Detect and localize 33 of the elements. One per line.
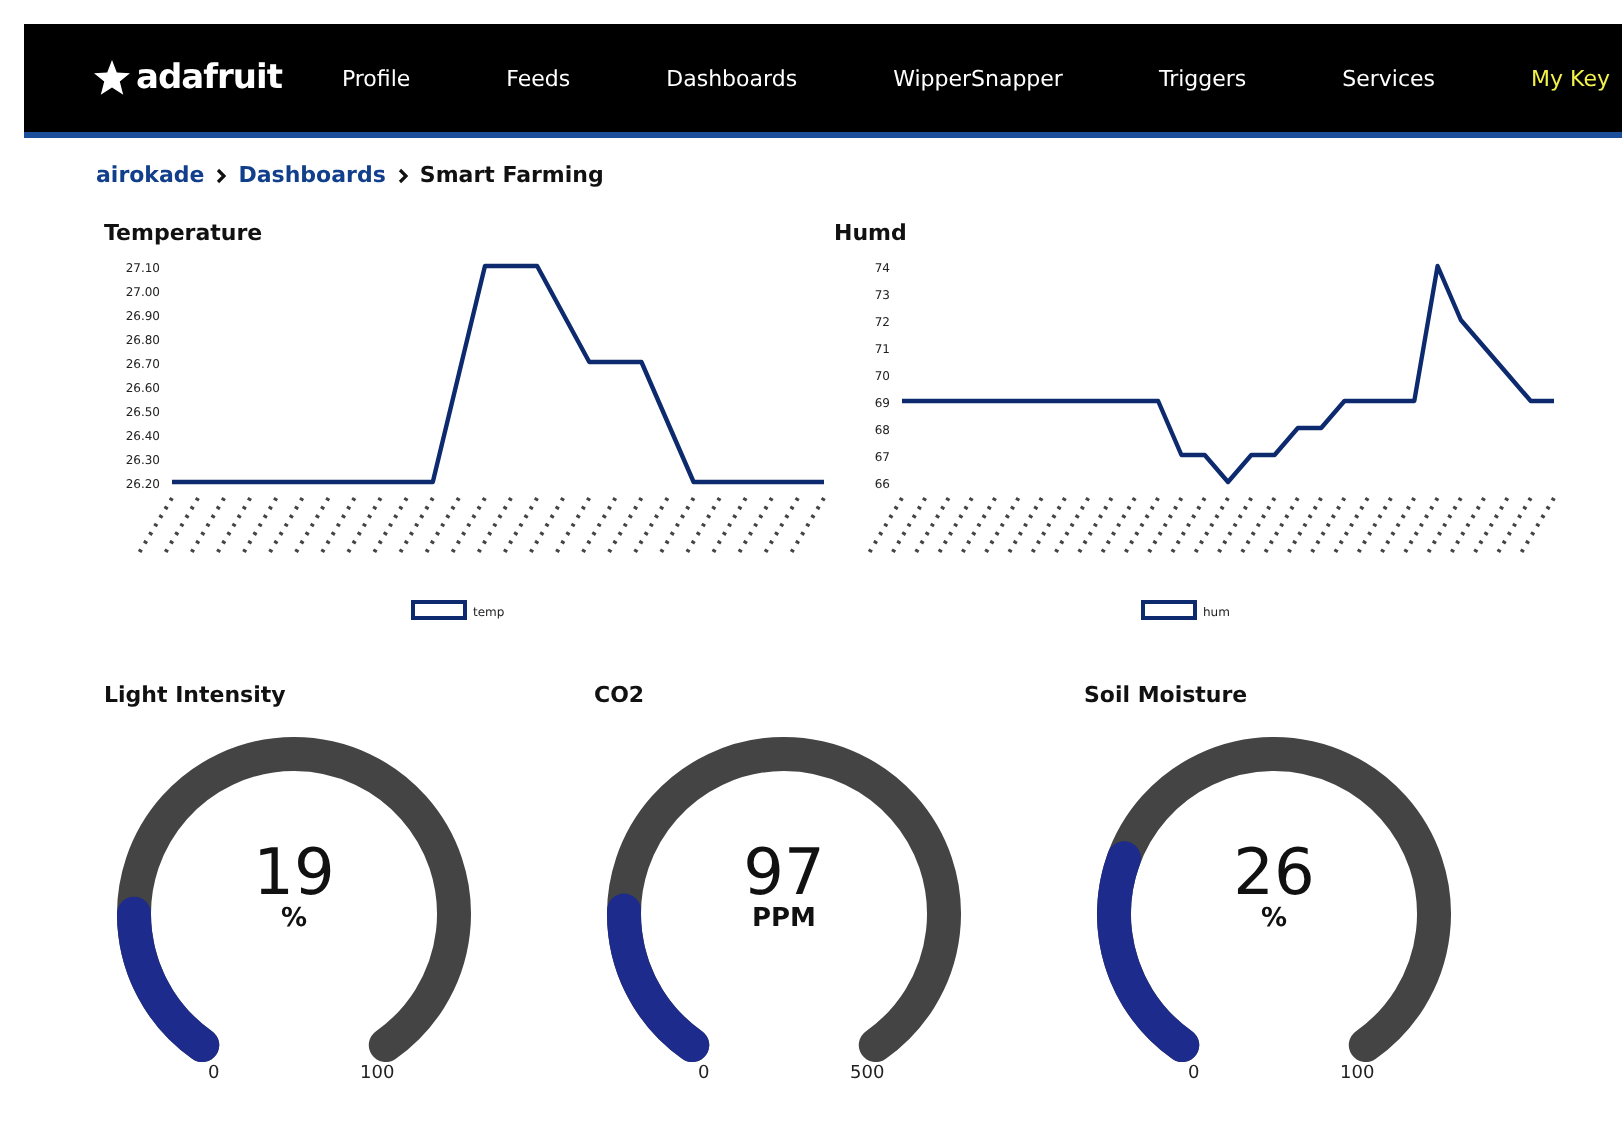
nav-link[interactable]: Triggers: [1158, 65, 1247, 91]
gauge-title: CO2: [594, 682, 647, 708]
gauge-value: 97: [743, 840, 825, 904]
nav-link[interactable]: WipperSnapper: [893, 65, 1063, 91]
gauge-min: 0: [1188, 1064, 1200, 1084]
gauge-max: 100: [1340, 1064, 1375, 1084]
nav-link[interactable]: Feeds: [506, 65, 571, 91]
gauge-unit: %: [1260, 904, 1288, 934]
gauge-value: 19: [253, 840, 335, 904]
page-title: Smart Farming: [419, 162, 604, 188]
nav-link[interactable]: Profile: [341, 65, 411, 91]
breadcrumb-link[interactable]: Dashboards: [238, 162, 386, 188]
legend-swatch: [1141, 600, 1197, 620]
logo-text[interactable]: adafruit: [136, 58, 282, 98]
chevron-icon: [397, 167, 408, 183]
gauge-max: 500: [850, 1064, 885, 1084]
gauge-title: Light Intensity: [104, 682, 288, 708]
legend-swatch: [411, 600, 467, 620]
gauge-title: Soil Moisture: [1084, 682, 1250, 708]
chart-title: Temperature: [104, 220, 265, 246]
gauge-unit: PPM: [752, 904, 816, 934]
gauge-min: 0: [208, 1064, 220, 1084]
nav-link[interactable]: Dashboards: [666, 65, 798, 91]
breadcrumb-link[interactable]: airokade: [96, 162, 205, 188]
chart-title: Humd: [834, 220, 909, 246]
nav-link[interactable]: Services: [1342, 65, 1436, 91]
gauge-max: 100: [360, 1064, 395, 1084]
star-logo-icon: [92, 58, 132, 98]
chevron-icon: [216, 167, 227, 183]
gauge-unit: %: [280, 904, 308, 934]
gauge-min: 0: [698, 1064, 710, 1084]
nav-link[interactable]: My Key: [1531, 65, 1610, 91]
gauge-value: 26: [1233, 840, 1315, 904]
